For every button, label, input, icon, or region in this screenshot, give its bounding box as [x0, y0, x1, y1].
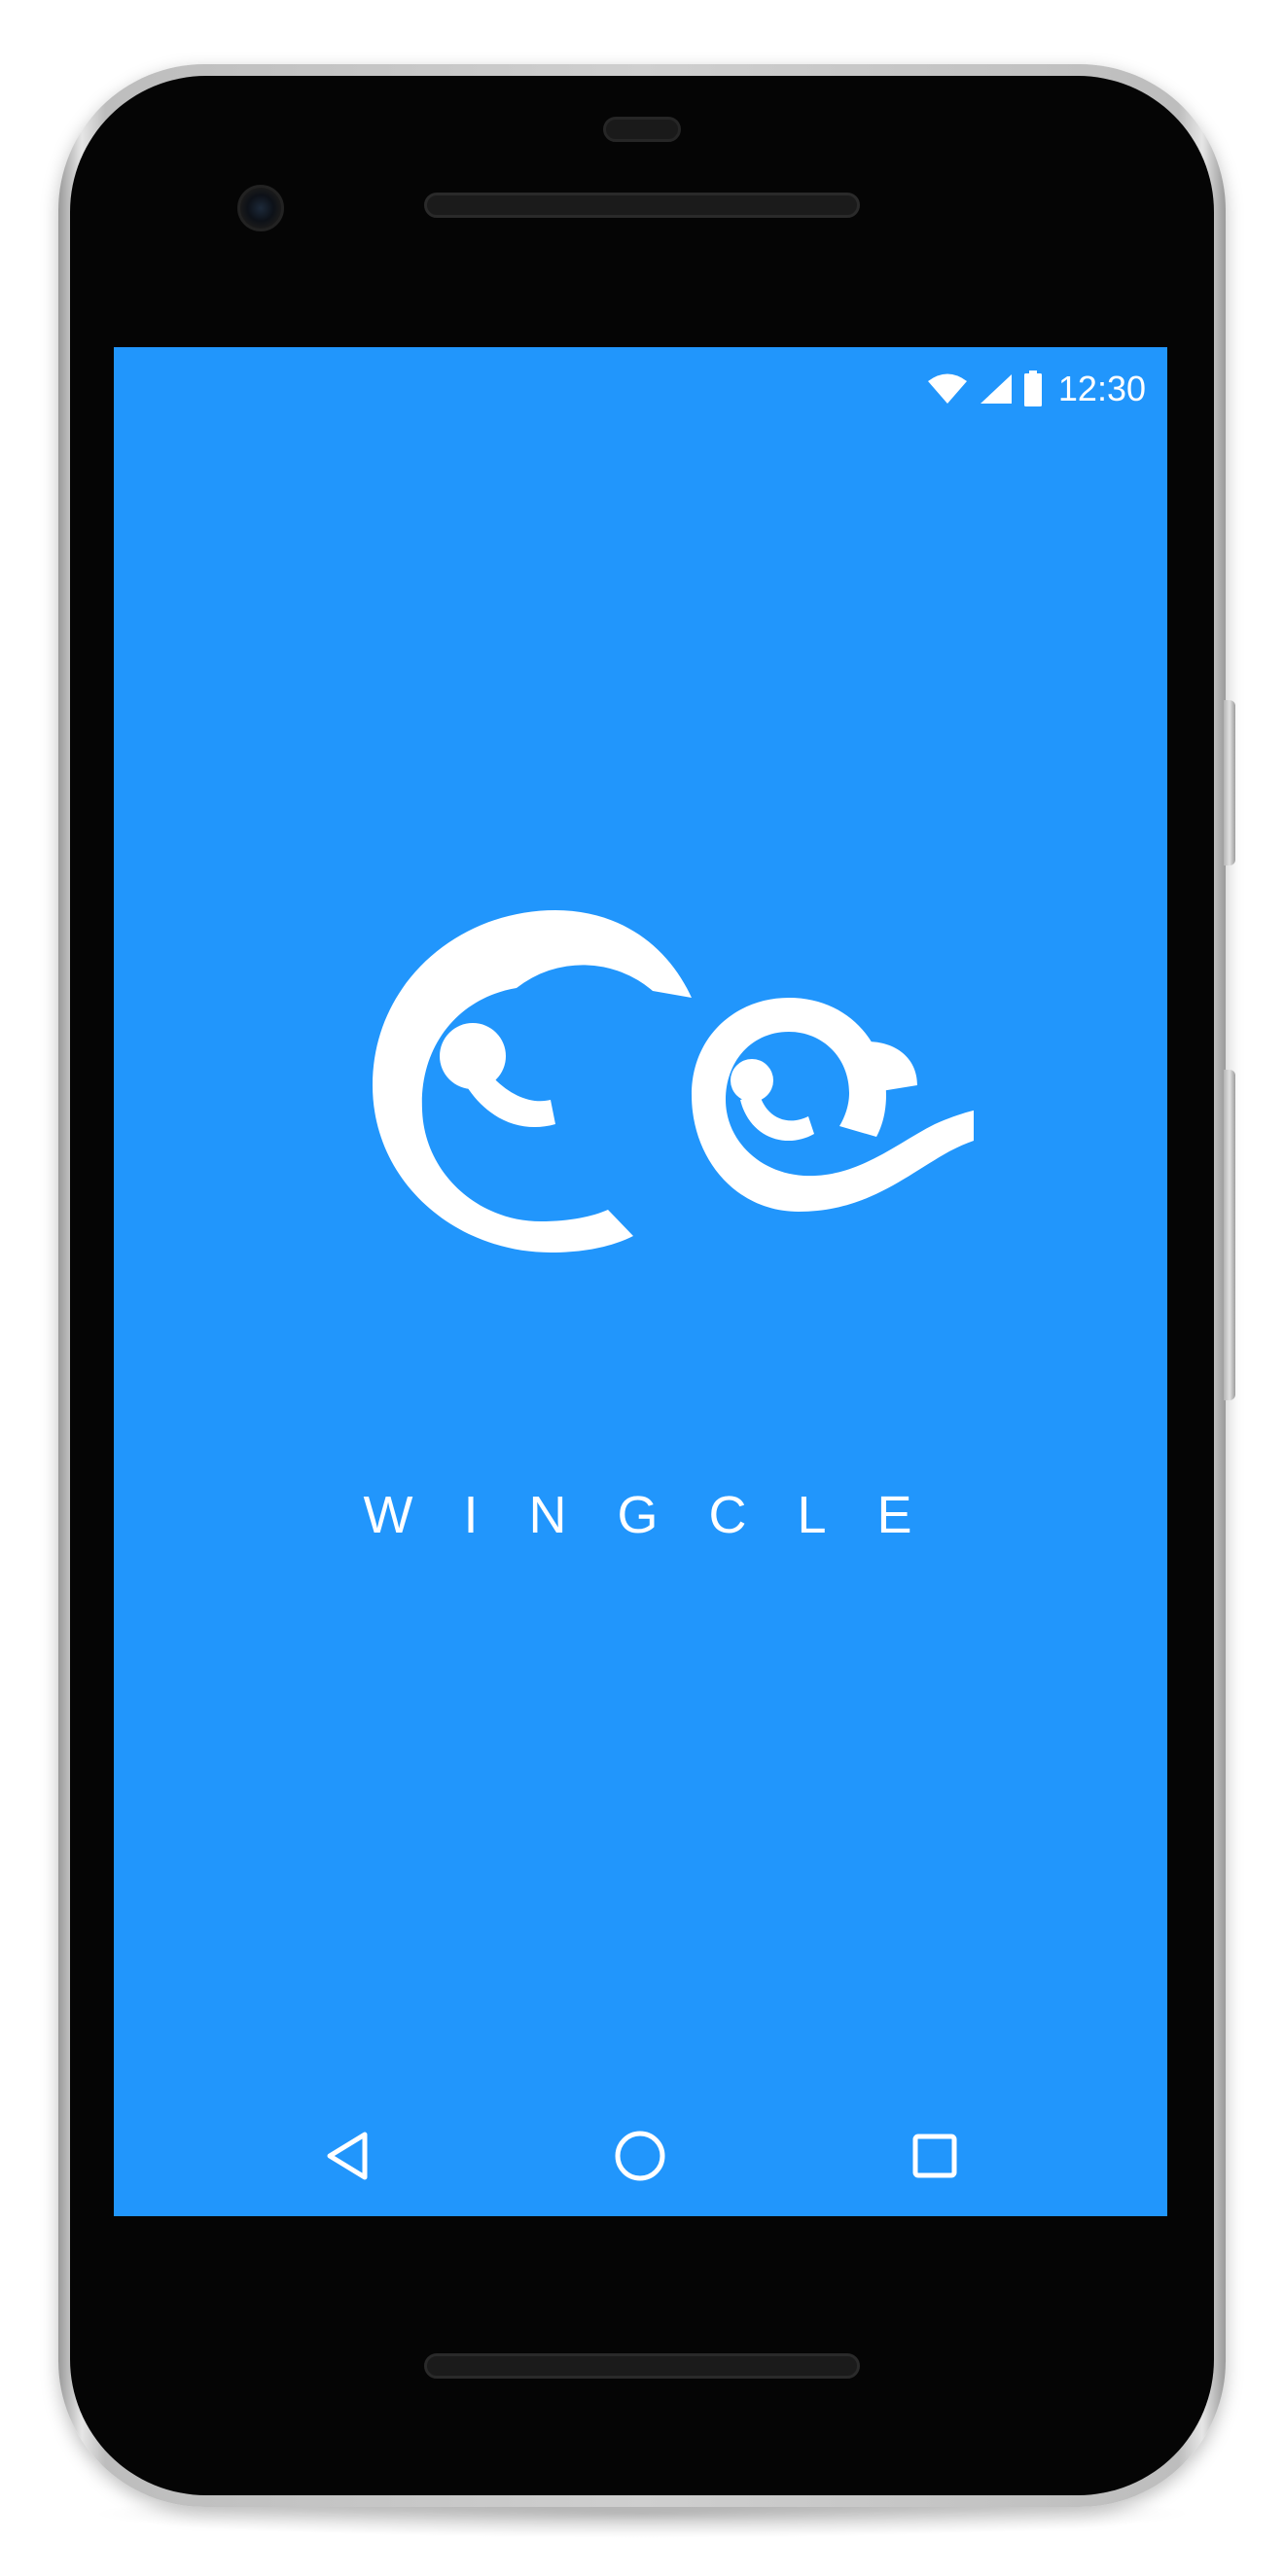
recents-button[interactable]: [896, 2117, 974, 2195]
wifi-icon: [926, 372, 969, 406]
back-button[interactable]: [308, 2117, 386, 2195]
recents-icon: [912, 2134, 957, 2178]
back-icon: [327, 2132, 368, 2180]
cell-signal-icon: [979, 372, 1014, 406]
proximity-sensor: [603, 117, 681, 142]
device-mockup: 12:30 WINGCLE: [0, 0, 1284, 2576]
status-time: 12:30: [1057, 369, 1146, 408]
splash-screen: 12:30 WINGCLE: [114, 347, 1167, 2216]
wingcle-swirl-logo: [373, 910, 974, 1253]
navigation-bar: [114, 2098, 1167, 2216]
bottom-speaker: [424, 2353, 860, 2379]
status-bar: 12:30: [114, 347, 1167, 431]
home-button[interactable]: [601, 2117, 679, 2195]
top-speaker: [424, 193, 860, 218]
battery-icon: [1023, 371, 1043, 407]
front-camera: [237, 185, 284, 231]
home-icon: [615, 2131, 665, 2181]
volume-button: [1224, 1070, 1235, 1400]
power-button: [1224, 700, 1235, 865]
app-name: WINGCLE: [363, 1486, 963, 1544]
